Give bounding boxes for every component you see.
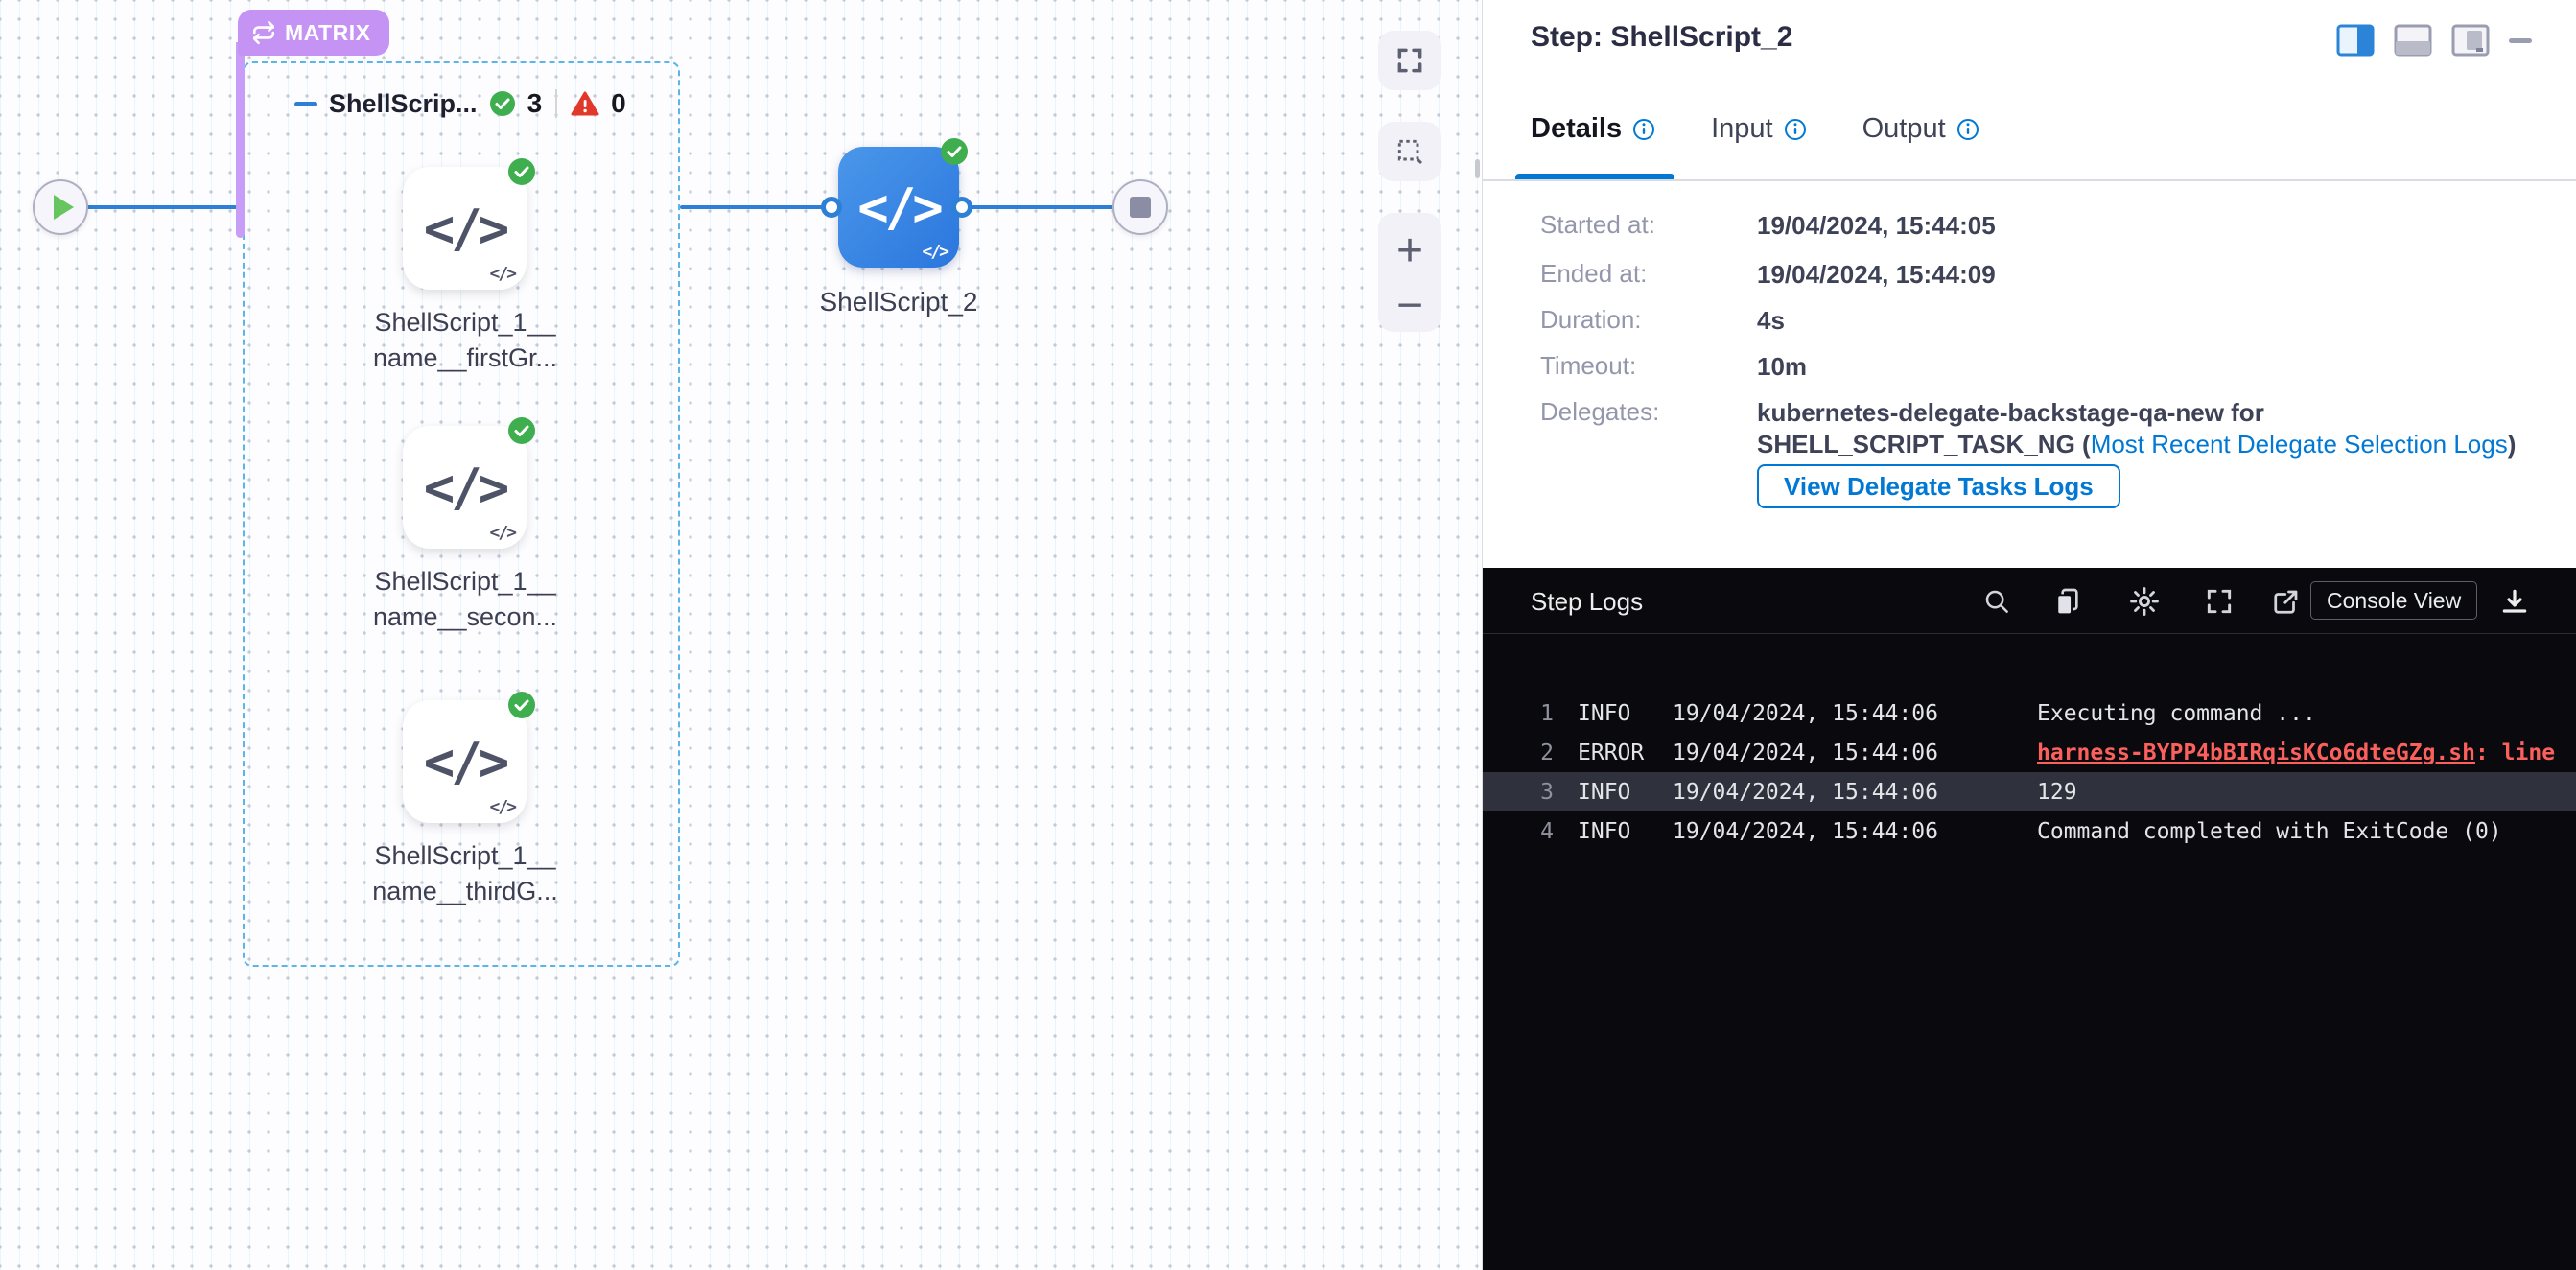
log-search-button[interactable] [1979,584,2014,619]
layout-bottom-panel-button[interactable] [2394,23,2432,58]
log-line-1: 1 INFO 19/04/2024, 15:44:06 Executing co… [1483,694,2576,733]
detail-row-delegates: Delegates: kubernetes-delegate-backstage… [1540,397,2516,460]
step-details-panel: Step: ShellScript_2 [1483,0,2576,1270]
pipeline-start-node[interactable] [33,179,88,235]
marquee-select-icon [1394,136,1425,167]
node-success-badge [508,417,535,444]
log-copy-button[interactable] [2050,584,2085,619]
matrix-success-count: 3 [527,88,543,119]
delegates-value: kubernetes-delegate-backstage-qa-new for… [1757,397,2516,460]
logs-header-divider [1483,633,2576,634]
panel-window-controls [2336,23,2532,58]
error-script-link[interactable]: harness-BYPP4bBIRqisKCo6dteGZg.sh [2037,741,2475,765]
count-divider [555,89,557,118]
log-fullscreen-button[interactable] [2202,584,2236,619]
edge-step2-to-end [968,205,1113,209]
shell-script-small-icon: </> [489,797,515,817]
pipeline-canvas[interactable]: MATRIX ShellScrip... 3 0 [0,0,1483,1270]
warning-triangle-icon [571,90,599,117]
play-icon [54,195,74,220]
zoom-out-button[interactable]: − [1396,292,1423,320]
node-success-badge [508,158,535,185]
marquee-select-button[interactable] [1378,122,1441,181]
step2-node[interactable]: </> </> [838,147,959,268]
matrix-node-3[interactable]: </> </> [403,700,527,823]
matrix-title: ShellScrip... [329,89,478,119]
matrix-node-2[interactable]: </> </> [403,426,527,549]
step-logs-title: Step Logs [1531,587,1643,617]
step2-output-port[interactable] [951,197,972,218]
external-link-icon [2272,587,2301,616]
minimize-panel-button[interactable] [2509,38,2532,43]
fullscreen-icon [2204,586,2235,617]
tab-details[interactable]: Details [1531,113,1655,145]
step2-input-port[interactable] [821,197,842,218]
layout-right-panel-icon [2336,23,2375,58]
layout-floating-panel-icon [2451,23,2490,58]
matrix-loop-icon [251,20,276,45]
node-success-badge [941,138,968,165]
view-delegate-tasks-logs-button[interactable]: View Delegate Tasks Logs [1757,464,2120,508]
matrix-node-3-label: ShellScript_1__ name__thirdG... [326,838,604,909]
detail-row-ended: Ended at: 19/04/2024, 15:44:09 [1540,259,1996,291]
detail-row-timeout: Timeout: 10m [1540,351,1807,383]
tabs-divider [1483,179,2576,181]
matrix-node-1-label: ShellScript_1__ name__firstGr... [326,305,604,376]
zoom-in-button[interactable]: + [1396,224,1423,278]
matrix-group-container: ShellScrip... 3 0 </> </> [243,61,680,967]
log-line-2: 2 ERROR 19/04/2024, 15:44:06 harness-BYP… [1483,733,2576,772]
tab-input[interactable]: Input [1711,113,1807,145]
harness-execution-view: MATRIX ShellScrip... 3 0 [0,0,2576,1270]
matrix-badge[interactable]: MATRIX [238,10,389,56]
copy-icon [2052,586,2083,617]
layout-floating-panel-button[interactable] [2451,23,2490,58]
layout-bottom-panel-icon [2394,23,2432,58]
step-logs-panel: Step Logs [1483,568,2576,1270]
download-icon [2499,586,2530,617]
matrix-node-1[interactable]: </> </> [403,167,527,290]
info-icon[interactable] [1956,118,1979,141]
matrix-left-strip [236,42,245,238]
detail-row-duration: Duration: 4s [1540,305,1785,337]
log-settings-button[interactable] [2127,584,2162,619]
info-icon[interactable] [1784,118,1807,141]
gear-icon [2128,585,2161,618]
stop-icon [1130,197,1151,218]
matrix-header: ShellScrip... 3 0 [294,88,626,119]
matrix-failed-count: 0 [611,88,626,119]
success-check-icon [489,90,516,117]
shell-script-small-icon: </> [489,264,515,284]
search-icon [1982,587,2011,616]
collapse-matrix-icon[interactable] [294,102,317,106]
fit-to-screen-button[interactable] [1378,31,1441,90]
edge-matrix-to-step2 [680,205,831,209]
matrix-node-2-label: ShellScript_1__ name__secon... [326,564,604,635]
console-view-button[interactable]: Console View [2310,581,2477,620]
info-icon[interactable] [1632,118,1655,141]
fit-to-screen-icon [1394,45,1425,76]
step2-label: ShellScript_2 [760,284,1038,319]
edge-start-to-matrix [86,205,238,209]
log-open-new-tab-button[interactable] [2269,584,2304,619]
log-line-4: 4 INFO 19/04/2024, 15:44:06 Command comp… [1483,811,2576,851]
log-line-3: 3 INFO 19/04/2024, 15:44:06 129 [1483,772,2576,811]
shell-script-small-icon: </> [922,242,948,262]
log-download-button[interactable] [2497,584,2532,619]
zoom-controls: + − [1378,213,1441,332]
panel-resize-handle[interactable] [1475,159,1480,178]
tab-output[interactable]: Output [1862,113,1979,145]
detail-row-started: Started at: 19/04/2024, 15:44:05 [1540,210,1996,242]
detail-tabs: Details Input Output [1531,113,1979,145]
minimize-icon [2509,38,2532,43]
pipeline-end-node[interactable] [1112,179,1168,235]
panel-title: Step: ShellScript_2 [1531,21,1792,54]
delegate-selection-logs-link[interactable]: Most Recent Delegate Selection Logs [2091,430,2508,459]
shell-script-small-icon: </> [489,523,515,543]
layout-right-panel-button[interactable] [2336,23,2375,58]
node-success-badge [508,692,535,718]
matrix-badge-label: MATRIX [285,20,370,46]
